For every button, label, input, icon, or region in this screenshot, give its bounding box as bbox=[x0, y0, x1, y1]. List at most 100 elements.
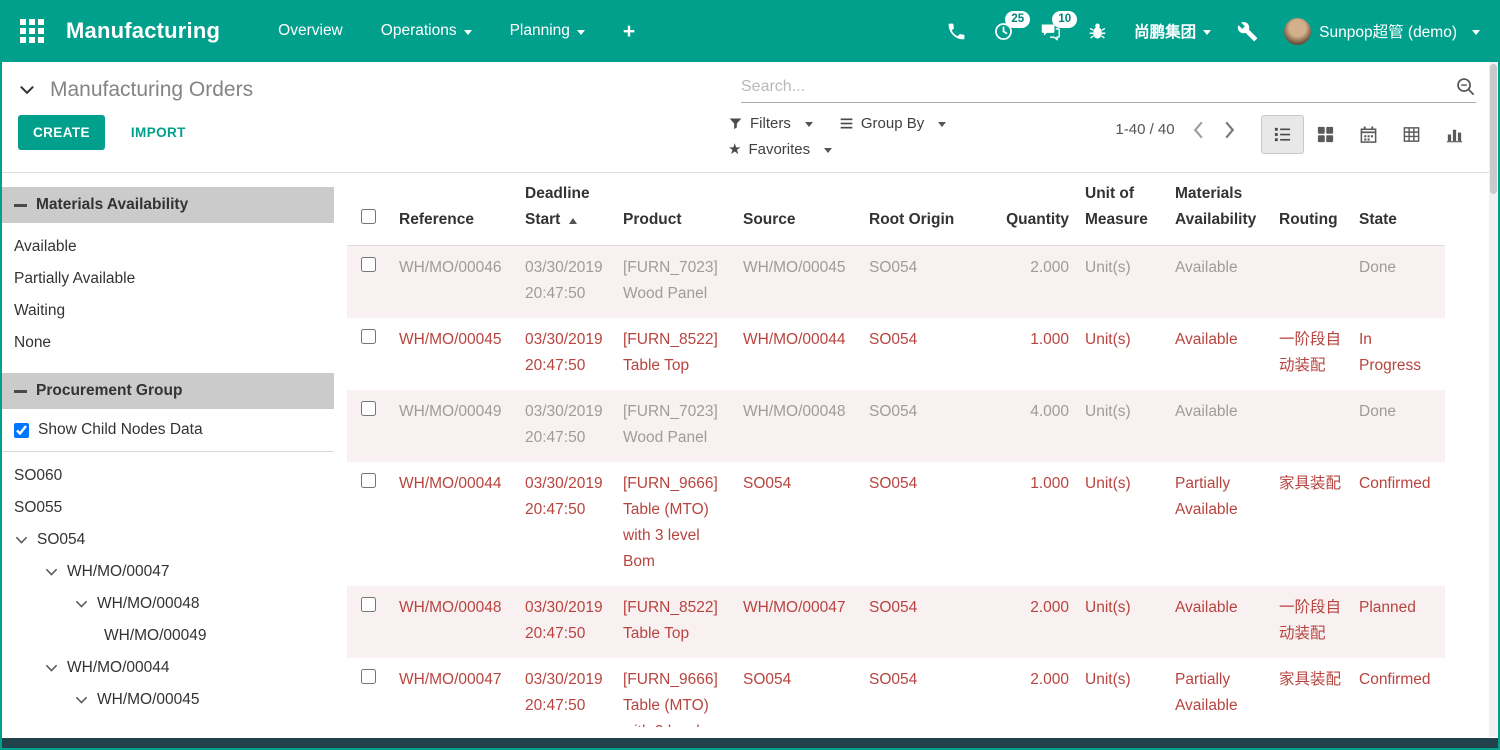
calendar-view-icon bbox=[1359, 125, 1378, 144]
column-header-deadline[interactable]: DeadlineStart bbox=[517, 173, 615, 246]
kanban-view-button[interactable] bbox=[1304, 115, 1347, 154]
list-view-button[interactable] bbox=[1261, 115, 1304, 154]
wrench-icon[interactable] bbox=[1237, 21, 1258, 42]
menu-planning[interactable]: Planning bbox=[510, 22, 585, 40]
show-child-nodes-checkbox[interactable] bbox=[14, 423, 29, 438]
tree-node-wh-mo-00048[interactable]: WH/MO/00048 bbox=[2, 588, 334, 620]
chevron-down-icon bbox=[805, 122, 813, 127]
filter-item-waiting[interactable]: Waiting bbox=[14, 295, 334, 327]
column-header-source[interactable]: Source bbox=[735, 173, 861, 246]
vertical-scrollbar-thumb[interactable] bbox=[1490, 64, 1497, 194]
tree-node-wh-mo-00044[interactable]: WH/MO/00044 bbox=[2, 652, 334, 684]
column-header-quantity[interactable]: Quantity bbox=[987, 173, 1077, 246]
dash-icon bbox=[14, 390, 27, 393]
section-materials-availability: Materials Availability bbox=[2, 187, 334, 223]
filter-item-partially-available[interactable]: Partially Available bbox=[14, 263, 334, 295]
create-button[interactable]: CREATE bbox=[18, 115, 105, 150]
search-icon[interactable] bbox=[1455, 76, 1476, 97]
horizontal-scrollbar[interactable] bbox=[2, 738, 1498, 748]
order-row-wh-mo-00046[interactable]: WH/MO/0004603/30/2019 20:47:50[FURN_7023… bbox=[347, 246, 1445, 319]
availability-list: AvailablePartially AvailableWaitingNone bbox=[2, 223, 334, 373]
cell-reference: WH/MO/00048 bbox=[391, 586, 517, 658]
pager-next-icon[interactable] bbox=[1224, 121, 1235, 139]
row-checkbox[interactable] bbox=[361, 597, 376, 612]
cell-quantity: 2.000 bbox=[987, 586, 1077, 658]
menu-overview[interactable]: Overview bbox=[278, 22, 343, 40]
cell-product: [FURN_8522] Table Top bbox=[615, 586, 735, 658]
cell-routing: 一阶段自动装配 bbox=[1271, 318, 1351, 390]
favorites-menu[interactable]: ★ Favorites bbox=[728, 141, 832, 158]
user-name: Sunpop超管 (demo) bbox=[1319, 20, 1457, 42]
group-by-menu[interactable]: Group By bbox=[839, 115, 946, 132]
select-all-checkbox[interactable] bbox=[361, 209, 376, 224]
cell-reference: WH/MO/00046 bbox=[391, 246, 517, 319]
filter-item-none[interactable]: None bbox=[14, 327, 334, 359]
row-checkbox[interactable] bbox=[361, 401, 376, 416]
column-header-uom[interactable]: Unit ofMeasure bbox=[1077, 173, 1167, 246]
cell-deadline: 03/30/2019 20:47:50 bbox=[517, 658, 615, 727]
import-button[interactable]: IMPORT bbox=[131, 125, 186, 140]
activities-clock-icon[interactable]: 25 bbox=[993, 21, 1014, 42]
tree-node-wh-mo-00047[interactable]: WH/MO/00047 bbox=[2, 556, 334, 588]
column-header-availability[interactable]: MaterialsAvailability bbox=[1167, 173, 1271, 246]
vertical-scrollbar[interactable] bbox=[1489, 62, 1498, 737]
cell-quantity: 4.000 bbox=[987, 390, 1077, 462]
dash-icon bbox=[14, 204, 27, 207]
tree-node-so055[interactable]: SO055 bbox=[2, 492, 334, 524]
user-menu[interactable]: Sunpop超管 (demo) bbox=[1284, 18, 1480, 45]
tree-node-wh-mo-00045[interactable]: WH/MO/00045 bbox=[2, 684, 334, 716]
pivot-view-icon bbox=[1402, 125, 1421, 144]
pivot-view-button[interactable] bbox=[1390, 115, 1433, 154]
app-title[interactable]: Manufacturing bbox=[66, 18, 220, 44]
order-row-wh-mo-00048[interactable]: WH/MO/0004803/30/2019 20:47:50[FURN_8522… bbox=[347, 586, 1445, 658]
graph-view-button[interactable] bbox=[1433, 115, 1476, 154]
column-header-product[interactable]: Product bbox=[615, 173, 735, 246]
column-header-root_origin[interactable]: Root Origin bbox=[861, 173, 987, 246]
row-checkbox[interactable] bbox=[361, 257, 376, 272]
order-row-wh-mo-00049[interactable]: WH/MO/0004903/30/2019 20:47:50[FURN_7023… bbox=[347, 390, 1445, 462]
horizontal-scrollbar-thumb[interactable] bbox=[2, 738, 1498, 748]
cell-reference: WH/MO/00049 bbox=[391, 390, 517, 462]
column-header-state[interactable]: State bbox=[1351, 173, 1445, 246]
cell-quantity: 2.000 bbox=[987, 658, 1077, 727]
filter-funnel-icon bbox=[728, 116, 743, 131]
column-header-reference[interactable]: Reference bbox=[391, 173, 517, 246]
row-checkbox[interactable] bbox=[361, 329, 376, 344]
cell-availability: Available bbox=[1167, 246, 1271, 319]
cell-deadline: 03/30/2019 20:47:50 bbox=[517, 246, 615, 319]
filter-item-available[interactable]: Available bbox=[14, 231, 334, 263]
tree-node-so054[interactable]: SO054 bbox=[2, 524, 334, 556]
apps-menu-icon[interactable] bbox=[20, 19, 44, 43]
show-child-nodes-label: Show Child Nodes Data bbox=[38, 421, 203, 439]
pager-previous-icon[interactable] bbox=[1193, 121, 1204, 139]
calendar-view-button[interactable] bbox=[1347, 115, 1390, 154]
procurement-tree: SO060SO055SO054WH/MO/00047WH/MO/00048WH/… bbox=[2, 460, 334, 716]
messages-icon[interactable]: 10 bbox=[1040, 21, 1061, 42]
cell-uom: Unit(s) bbox=[1077, 246, 1167, 319]
filters-menu[interactable]: Filters bbox=[728, 115, 813, 132]
phone-icon[interactable] bbox=[946, 21, 967, 42]
order-row-wh-mo-00044[interactable]: WH/MO/0004403/30/2019 20:47:50[FURN_9666… bbox=[347, 462, 1445, 586]
menu-operations[interactable]: Operations bbox=[381, 22, 472, 40]
search-input[interactable] bbox=[741, 78, 1455, 96]
tree-node-wh-mo-00049[interactable]: WH/MO/00049 bbox=[2, 620, 334, 652]
order-row-wh-mo-00047[interactable]: WH/MO/0004703/30/2019 20:47:50[FURN_9666… bbox=[347, 658, 1445, 727]
row-checkbox[interactable] bbox=[361, 473, 376, 488]
cell-product: [FURN_7023] Wood Panel bbox=[615, 246, 735, 319]
tree-node-so060[interactable]: SO060 bbox=[2, 460, 334, 492]
orders-list-view: ReferenceDeadlineStart ProductSourceRoot… bbox=[334, 173, 1498, 727]
messages-badge: 10 bbox=[1052, 11, 1077, 28]
top-navbar: Manufacturing Overview Operations Planni… bbox=[2, 0, 1498, 62]
order-row-wh-mo-00045[interactable]: WH/MO/0004503/30/2019 20:47:50[FURN_8522… bbox=[347, 318, 1445, 390]
column-header-routing[interactable]: Routing bbox=[1271, 173, 1351, 246]
sort-asc-icon bbox=[569, 218, 577, 224]
row-checkbox[interactable] bbox=[361, 669, 376, 684]
bug-icon[interactable] bbox=[1087, 21, 1108, 42]
cell-availability: Partially Available bbox=[1167, 462, 1271, 586]
chevron-down-icon bbox=[44, 565, 59, 580]
menu-add-button[interactable]: + bbox=[623, 21, 635, 42]
cell-uom: Unit(s) bbox=[1077, 390, 1167, 462]
breadcrumb-collapse-icon[interactable] bbox=[18, 81, 36, 99]
company-switcher[interactable]: 尚鹏集团 bbox=[1134, 20, 1211, 42]
search-bar bbox=[741, 76, 1476, 103]
